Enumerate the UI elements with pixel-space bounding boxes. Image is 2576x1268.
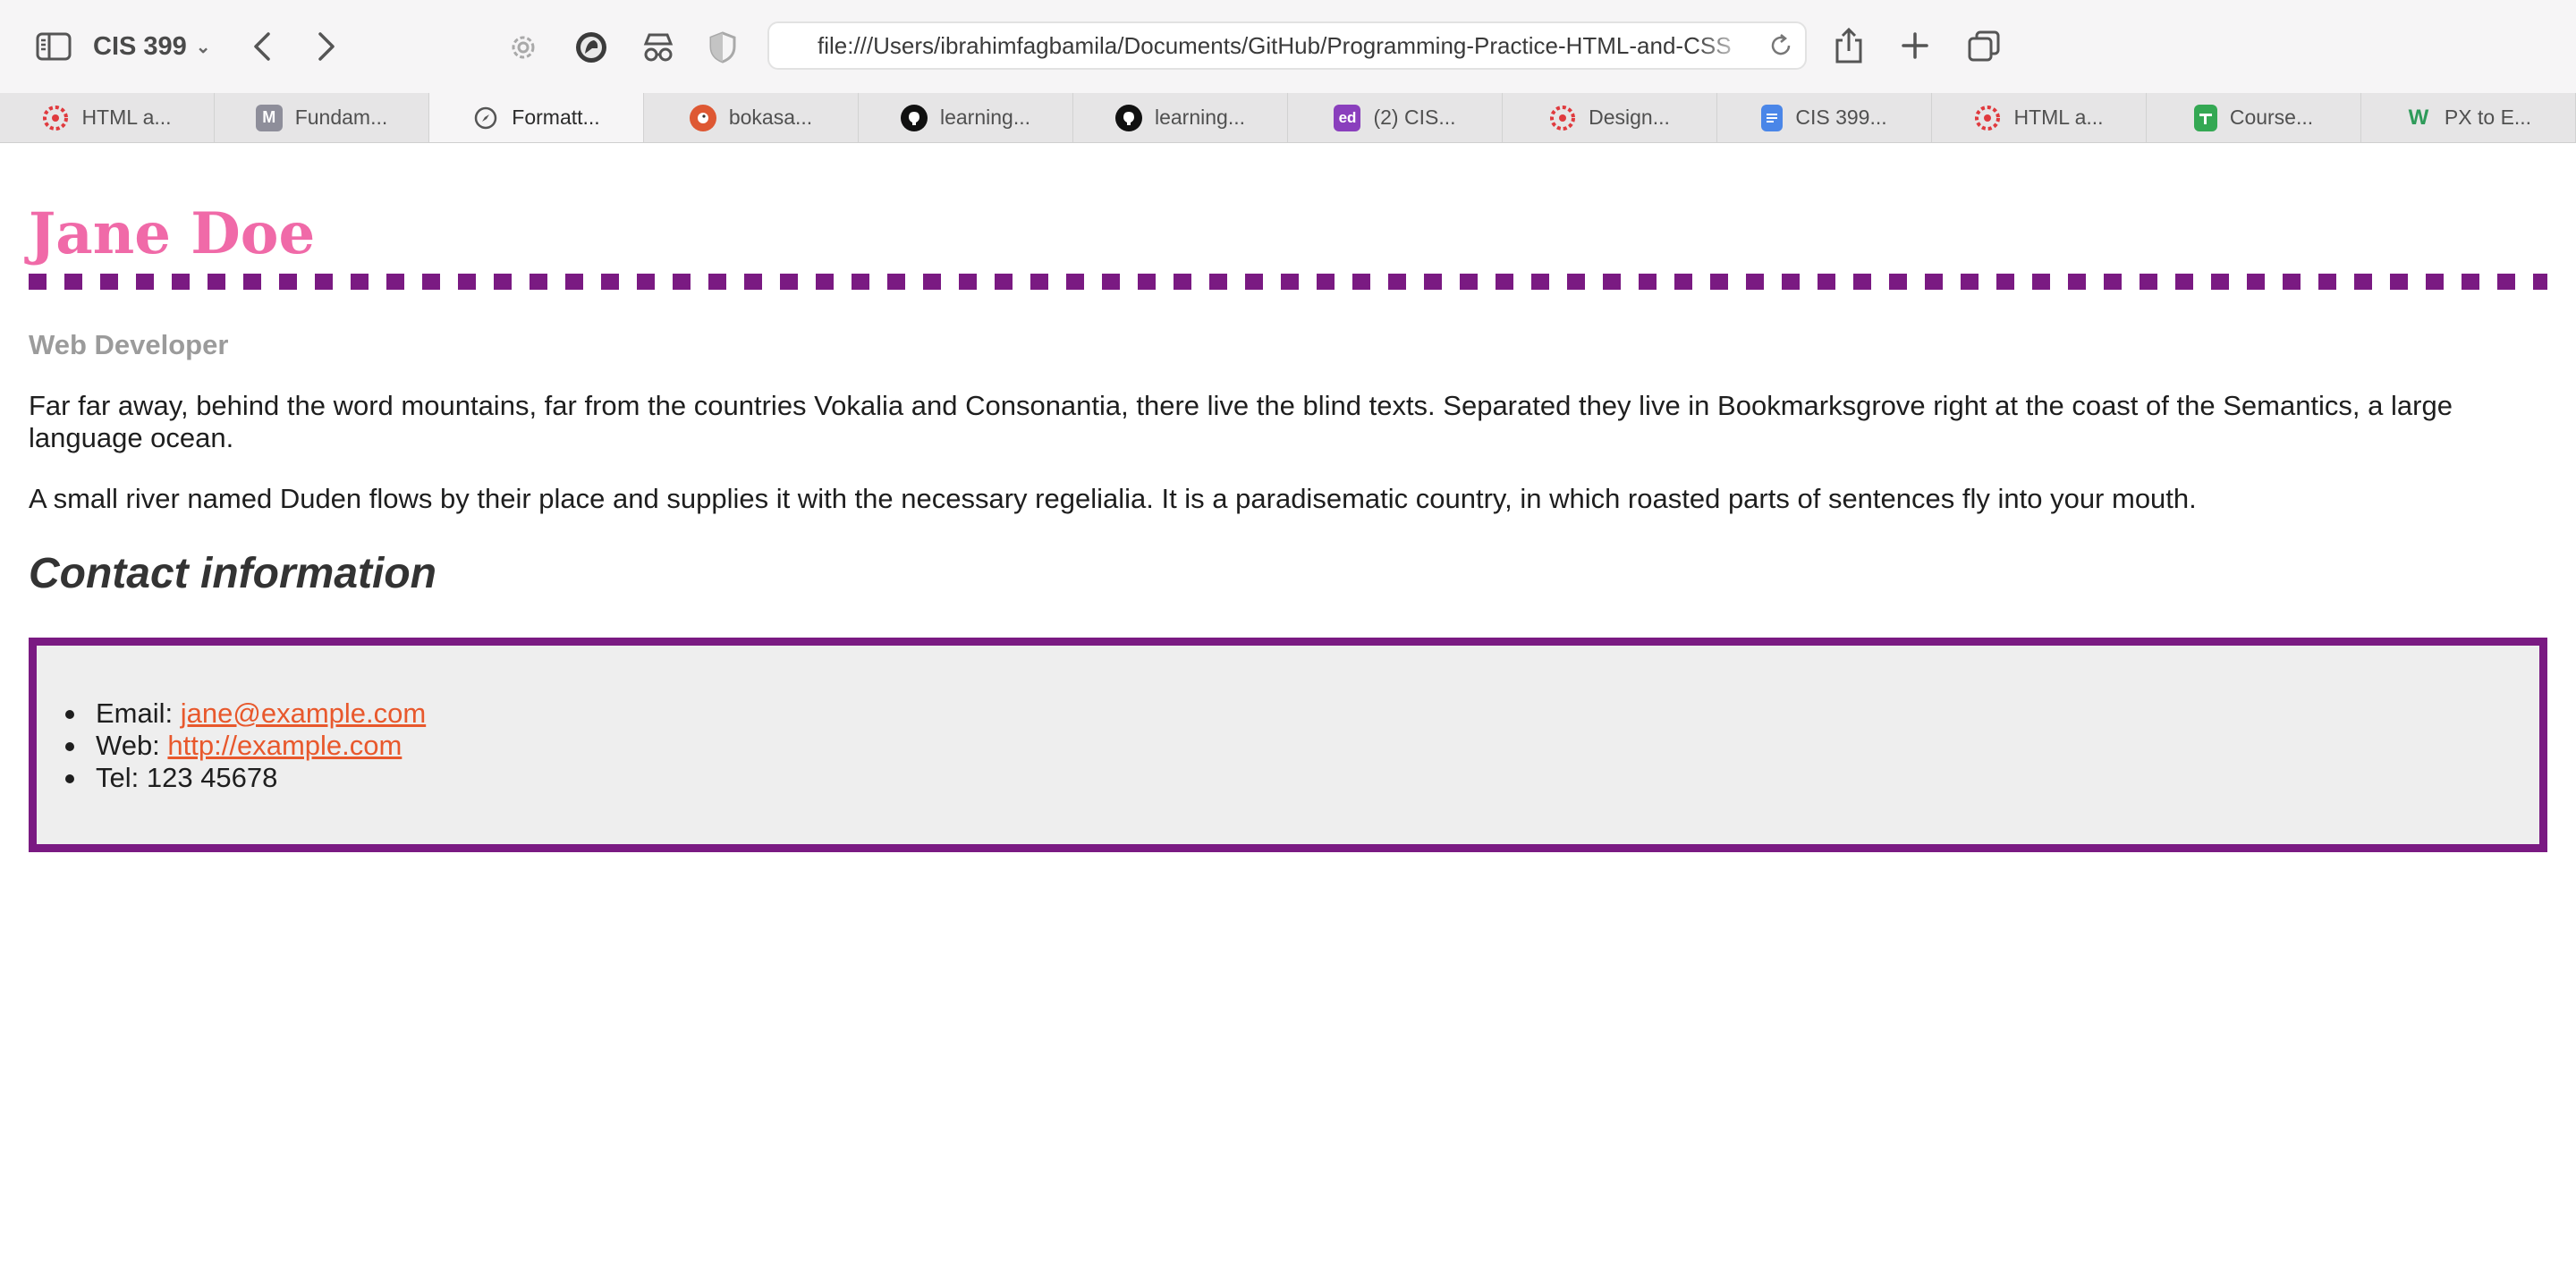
job-title: Web Developer <box>29 329 229 360</box>
second-paragraph: A small river named Duden flows by their… <box>29 483 2197 514</box>
tab-overview-icon[interactable] <box>1962 23 2005 68</box>
intro-paragraph: Far far away, behind the word mountains,… <box>29 390 2453 453</box>
tab-label: CIS 399... <box>1795 106 1887 129</box>
tab-px-to-em[interactable]: W PX to E... <box>2361 93 2576 142</box>
contact-box: Email: jane@example.com Web: http://exam… <box>29 638 2547 852</box>
contact-tel-item: Tel: 123 45678 <box>64 762 426 794</box>
contact-email-item: Email: jane@example.com <box>64 697 426 730</box>
email-link[interactable]: jane@example.com <box>181 697 426 729</box>
web-label: Web: <box>96 730 160 761</box>
tab-formatting-active[interactable]: Formatt... <box>429 93 644 142</box>
dashed-divider <box>29 274 2547 290</box>
tab-label: learning... <box>1154 106 1245 129</box>
tab-group-selector[interactable]: CIS 399 ⌄ <box>93 27 211 66</box>
w3-icon: W <box>2408 105 2429 130</box>
new-tab-icon[interactable] <box>1894 23 1936 68</box>
browser-toolbar: CIS 399 ⌄ file:///Users/ibrahimfagbamila… <box>0 0 2576 94</box>
ed-icon: ed <box>1334 104 1361 131</box>
google-sheets-icon <box>2193 104 2217 131</box>
incognito-icon[interactable] <box>637 27 680 68</box>
tab-label: HTML a... <box>81 106 172 129</box>
red-gear-icon <box>1549 105 1576 131</box>
tab-course[interactable]: Course... <box>2147 93 2361 142</box>
back-icon[interactable] <box>240 23 284 70</box>
red-gear-icon <box>1974 105 2001 131</box>
m-letter-icon: M <box>255 104 283 131</box>
page-title: Jane Doe <box>29 200 316 267</box>
tab-learning-2[interactable]: learning... <box>1073 93 1288 142</box>
tab-fundamentals[interactable]: M Fundam... <box>215 93 429 142</box>
forward-icon[interactable] <box>304 23 349 70</box>
share-icon[interactable] <box>1828 21 1869 70</box>
tab-label: Course... <box>2229 106 2314 129</box>
tab-group-label: CIS 399 <box>93 31 187 61</box>
tab-html-a-2[interactable]: HTML a... <box>1932 93 2147 142</box>
contact-list: Email: jane@example.com Web: http://exam… <box>64 697 426 794</box>
tab-cis-399-doc[interactable]: CIS 399... <box>1717 93 1932 142</box>
github-icon <box>900 104 928 131</box>
tab-design[interactable]: Design... <box>1503 93 1717 142</box>
tab-bar: HTML a... M Fundam... Formatt... bokasa.… <box>0 93 2576 143</box>
duckduckgo-icon <box>689 104 716 131</box>
tab-learning-1[interactable]: learning... <box>859 93 1073 142</box>
ghostery-extension-icon[interactable] <box>571 27 612 68</box>
compass-icon <box>472 105 499 131</box>
contact-web-item: Web: http://example.com <box>64 730 426 762</box>
red-gear-icon <box>42 105 69 131</box>
contact-heading: Contact information <box>29 550 436 597</box>
google-docs-icon <box>1761 104 1784 131</box>
tab-label: learning... <box>939 106 1030 129</box>
github-icon <box>1114 104 1142 131</box>
address-url[interactable]: file:///Users/ibrahimfagbamila/Documents… <box>818 23 1751 68</box>
tab-html-a-1[interactable]: HTML a... <box>0 93 215 142</box>
tab-label: Formatt... <box>512 106 600 129</box>
tab-label: HTML a... <box>2013 106 2104 129</box>
sidebar-toggle-icon[interactable] <box>32 27 75 66</box>
tab-label: bokasa... <box>728 106 813 129</box>
gear-icon[interactable] <box>503 27 544 68</box>
tab-cis-ed[interactable]: ed (2) CIS... <box>1288 93 1503 142</box>
shield-icon[interactable] <box>703 27 742 68</box>
email-label: Email: <box>96 697 174 729</box>
tab-label: (2) CIS... <box>1373 106 1456 129</box>
address-bar[interactable]: file:///Users/ibrahimfagbamila/Documents… <box>767 21 1807 70</box>
reload-icon[interactable] <box>1767 32 1794 59</box>
tab-label: PX to E... <box>2444 106 2532 129</box>
tab-label: Design... <box>1589 106 1670 129</box>
chevron-down-icon: ⌄ <box>195 37 211 57</box>
tab-bokasa[interactable]: bokasa... <box>644 93 859 142</box>
web-link[interactable]: http://example.com <box>167 730 402 761</box>
tab-label: Fundam... <box>294 106 388 129</box>
tel-text: Tel: 123 45678 <box>96 762 278 793</box>
